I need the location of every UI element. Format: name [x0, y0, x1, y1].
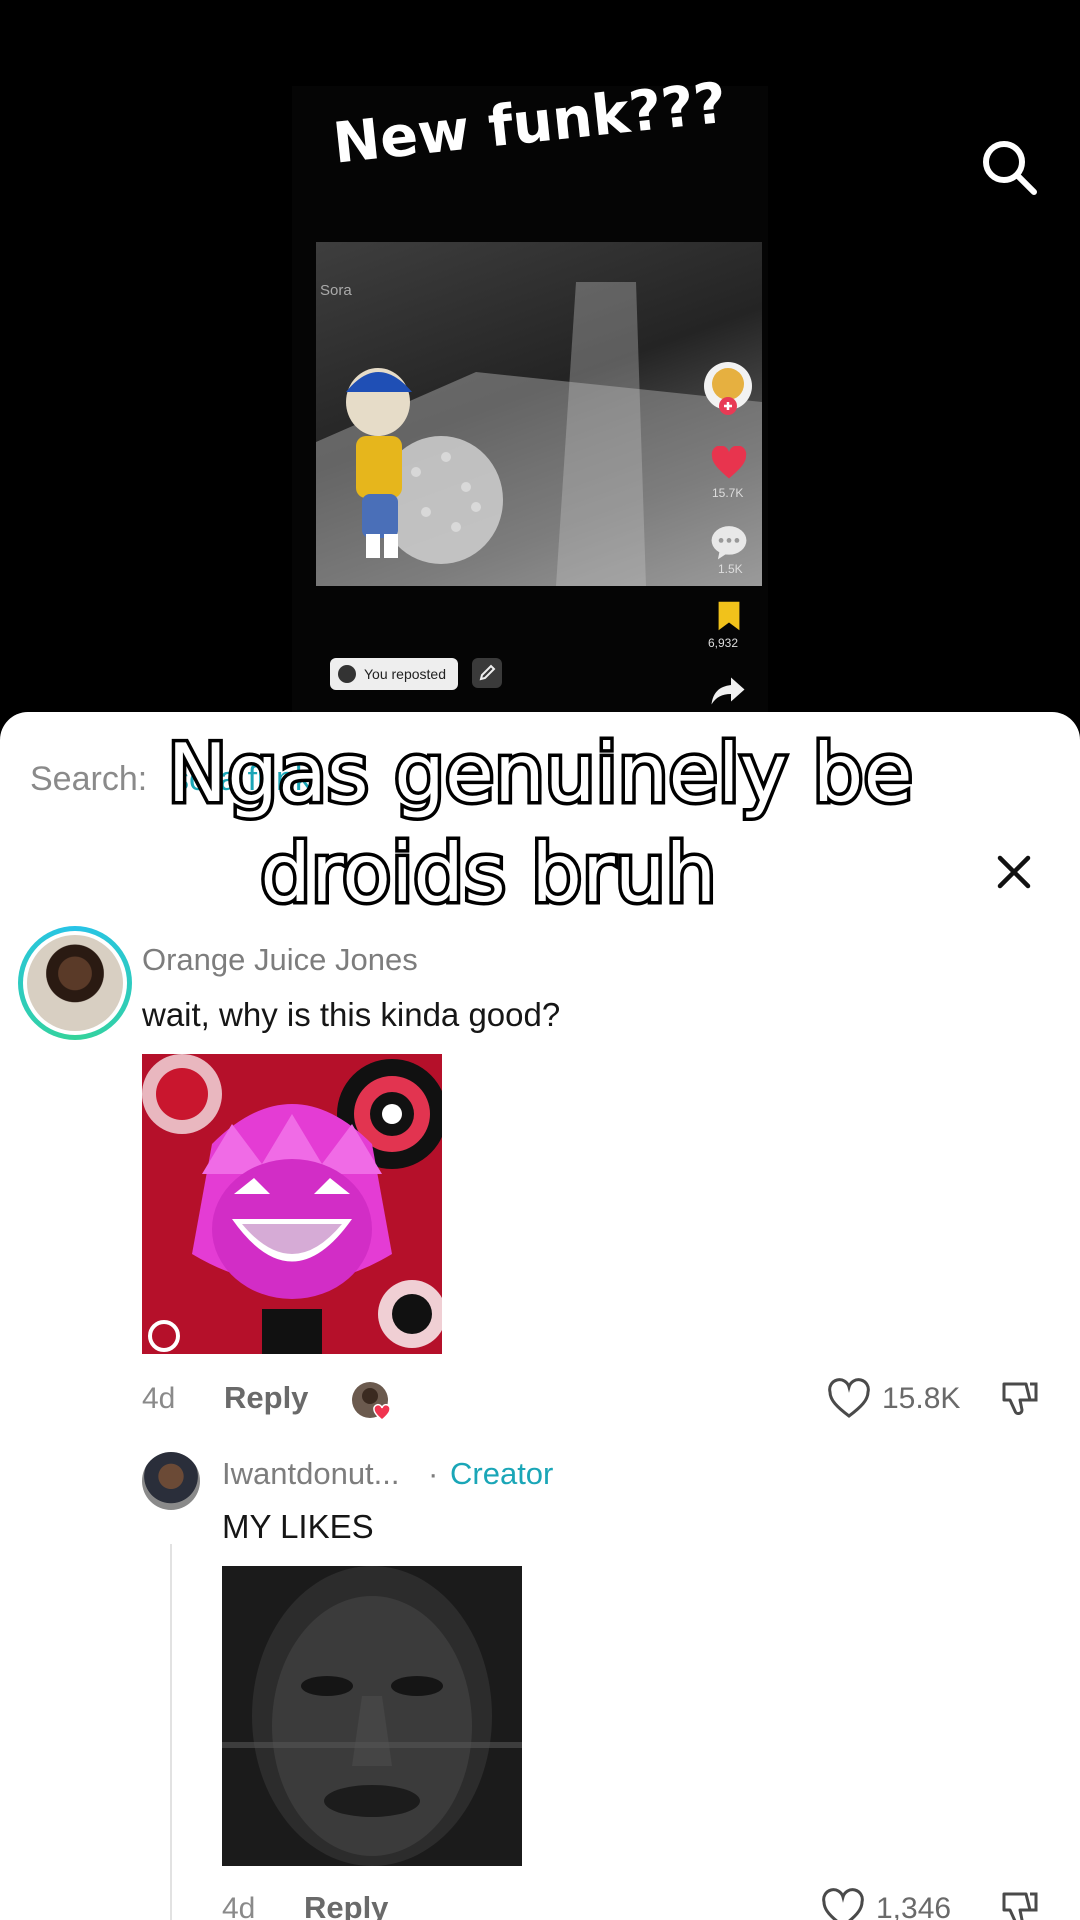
video-scene-image — [316, 282, 762, 586]
username-separator: · — [428, 1456, 439, 1491]
like-count: 1,346 — [876, 1892, 952, 1920]
embedded-share-icon — [711, 677, 745, 705]
embedded-bookmark-icon — [718, 601, 740, 631]
embedded-avatar-icon — [704, 362, 752, 415]
comment-timestamp: 4d — [222, 1892, 256, 1920]
face-photo-image — [222, 1566, 522, 1866]
close-icon[interactable] — [992, 850, 1036, 894]
repost-label: You reposted — [364, 666, 446, 682]
comment-text: MY LIKES — [222, 1508, 374, 1545]
pencil-icon — [479, 664, 496, 681]
embedded-bookmark-count: 6,932 — [708, 636, 739, 650]
caption-line-1: Ngas genuinely be — [164, 724, 916, 824]
comment-username[interactable]: Orange Juice Jones — [142, 942, 418, 978]
loudly-crying-emoji-icon: 😭 — [726, 832, 820, 926]
thumbs-down-icon[interactable] — [996, 1886, 1042, 1920]
avatar[interactable] — [18, 926, 132, 1040]
comment-sticker-image — [222, 1566, 522, 1866]
comment-username[interactable]: Iwantdonut... — [222, 1456, 400, 1492]
video-player[interactable]: New funk??? Sora 15.7K 1.5K 6,932 You re… — [0, 0, 1080, 712]
creator-liked-icon — [352, 1382, 391, 1421]
repost-avatar-icon — [338, 665, 356, 683]
embedded-comment-count: 1.5K — [718, 562, 743, 576]
video-caption-overlay: Ngas genuinely be droids bruh 😭 — [90, 724, 990, 929]
thumbs-down-icon[interactable] — [996, 1376, 1042, 1422]
comment-timestamp: 4d — [142, 1382, 176, 1415]
like-count: 15.8K — [882, 1382, 961, 1415]
search-icon[interactable] — [978, 136, 1040, 198]
heart-outline-icon[interactable] — [820, 1886, 866, 1920]
embedded-repost-chip: You reposted — [330, 658, 458, 690]
reply-button[interactable]: Reply — [224, 1380, 308, 1416]
reply-thread-line — [170, 1544, 172, 1920]
creator-badge: Creator — [450, 1456, 554, 1491]
embedded-comment-icon — [711, 526, 747, 560]
comment-text: wait, why is this kinda good? — [142, 996, 561, 1033]
embedded-source-label: Sora — [320, 282, 352, 299]
avatar[interactable] — [142, 1452, 200, 1510]
comment-sticker-image — [142, 1054, 442, 1354]
reply-button[interactable]: Reply — [304, 1890, 388, 1920]
heart-outline-icon[interactable] — [826, 1376, 872, 1422]
caption-line-2: droids bruh — [257, 824, 720, 924]
embedded-like-count: 15.7K — [712, 486, 744, 500]
embedded-edit-chip — [472, 658, 502, 688]
embedded-heart-icon — [711, 446, 747, 479]
embedded-video-frame — [316, 242, 762, 586]
anime-sticker-image — [142, 1054, 442, 1354]
